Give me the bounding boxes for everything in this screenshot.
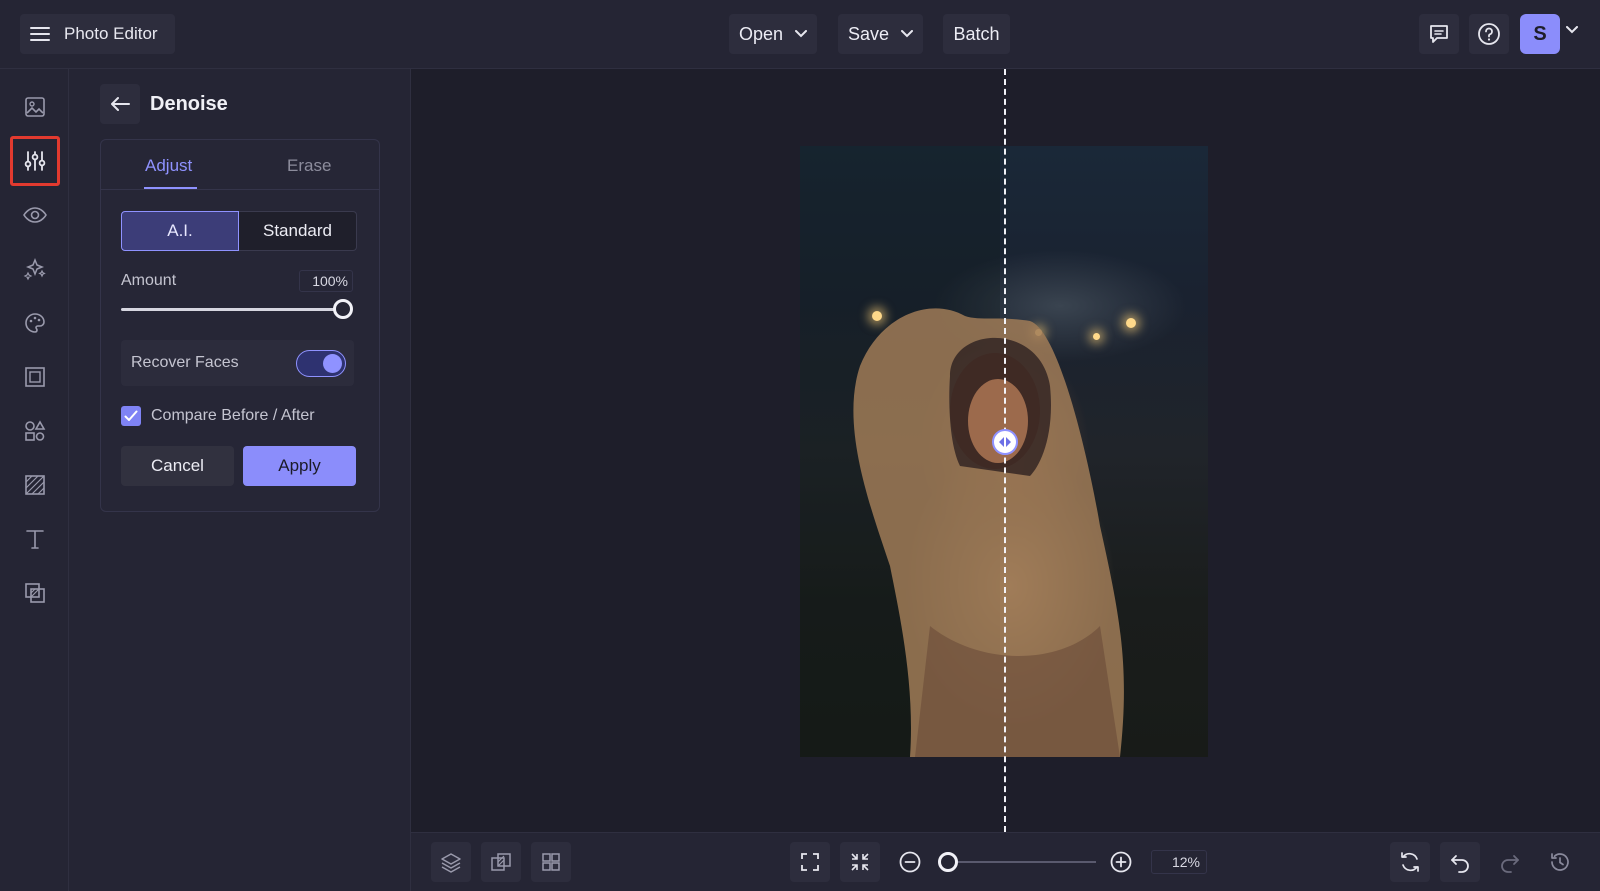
batch-button[interactable]: Batch [943,14,1010,54]
amount-value-input[interactable]: 100% [299,270,353,292]
grid-icon [540,851,562,873]
checkmark-icon [124,410,138,422]
overlay-icon [23,581,47,605]
rail-item-adjust[interactable] [10,136,60,186]
apply-button[interactable]: Apply [243,446,356,486]
history-button[interactable] [1540,842,1580,882]
feedback-button[interactable] [1419,14,1459,54]
undo-icon [1449,851,1471,873]
palette-icon [23,311,47,335]
menu-button[interactable]: Photo Editor [20,14,175,54]
eye-icon [22,205,48,225]
amount-slider-track[interactable] [121,308,343,311]
image-icon [23,95,47,119]
cancel-button[interactable]: Cancel [121,446,234,486]
recover-faces-label: Recover Faces [131,354,239,371]
tab-erase[interactable]: Erase [287,156,331,176]
denoise-panel: Denoise Adjust Erase A.I. Standard Amoun… [69,69,411,891]
text-icon [23,527,47,551]
rail-item-graphics[interactable] [10,406,60,456]
hamburger-icon [30,26,50,42]
split-arrows-icon [998,436,1012,448]
redo-icon [1499,851,1521,873]
grid-button[interactable] [531,842,571,882]
rail-item-artsy[interactable] [10,298,60,348]
sparkles-icon [23,257,47,281]
avatar-initial: S [1533,22,1547,45]
texture-icon [23,473,47,497]
recover-faces-row: Recover Faces [121,340,354,386]
reset-button[interactable] [1390,842,1430,882]
canvas-area[interactable] [411,69,1600,832]
rail-item-effects[interactable] [10,244,60,294]
zoom-slider-track[interactable] [946,861,1096,863]
mode-ai-button[interactable]: A.I. [121,211,239,251]
panel-title: Denoise [150,93,228,115]
frame-icon [23,365,47,389]
compare-view-button[interactable] [481,842,521,882]
zoom-slider-thumb[interactable] [938,852,958,872]
tab-adjust[interactable]: Adjust [145,156,192,176]
toggle-knob [323,354,342,373]
tab-bar: Adjust Erase [101,140,379,190]
shapes-icon [23,419,47,443]
back-button[interactable] [100,84,140,124]
chat-icon [1428,23,1450,45]
zoom-in-icon[interactable] [1109,850,1133,874]
compare-label: Compare Before / After [151,407,315,424]
fit-screen-button[interactable] [790,842,830,882]
adjustments-icon [23,149,47,173]
actual-size-button[interactable] [840,842,880,882]
mode-standard-button[interactable]: Standard [239,211,357,251]
refresh-icon [1399,851,1421,873]
compare-checkbox[interactable] [121,406,141,426]
zoom-out-icon[interactable] [898,850,922,874]
recover-faces-toggle[interactable] [296,350,346,377]
active-tab-indicator [144,187,197,189]
layers-button[interactable] [431,842,471,882]
rail-item-view[interactable] [10,190,60,240]
tool-rail [0,69,69,891]
fullscreen-icon [799,851,821,873]
chevron-down-icon[interactable] [1566,26,1578,34]
help-icon [1477,22,1501,46]
compare-handle[interactable] [992,429,1018,455]
top-bar: Photo Editor Open Save Batch S [0,0,1600,69]
amount-label: Amount [121,272,177,289]
amount-slider-thumb[interactable] [333,299,353,319]
chevron-down-icon [795,30,808,38]
undo-button[interactable] [1440,842,1480,882]
chevron-down-icon [901,30,914,38]
save-label: Save [847,23,890,44]
bottom-toolbar: 12% [411,832,1600,891]
avatar[interactable]: S [1520,14,1560,54]
rail-item-frames[interactable] [10,352,60,402]
rail-item-overlays[interactable] [10,568,60,618]
open-label: Open [738,23,784,44]
denoise-card: Adjust Erase A.I. Standard Amount 100% R… [100,139,380,512]
compare-icon [490,851,512,873]
help-button[interactable] [1469,14,1509,54]
redo-button[interactable] [1490,842,1530,882]
zoom-value-input[interactable]: 12% [1151,850,1207,874]
rail-item-textures[interactable] [10,460,60,510]
rail-item-image[interactable] [10,82,60,132]
app-title: Photo Editor [64,24,158,43]
history-icon [1549,851,1571,873]
layers-icon [440,851,462,873]
arrow-left-icon [110,96,130,112]
rail-item-text[interactable] [10,514,60,564]
collapse-icon [849,851,871,873]
save-button[interactable]: Save [838,14,923,54]
batch-label: Batch [953,23,1000,44]
open-button[interactable]: Open [729,14,817,54]
